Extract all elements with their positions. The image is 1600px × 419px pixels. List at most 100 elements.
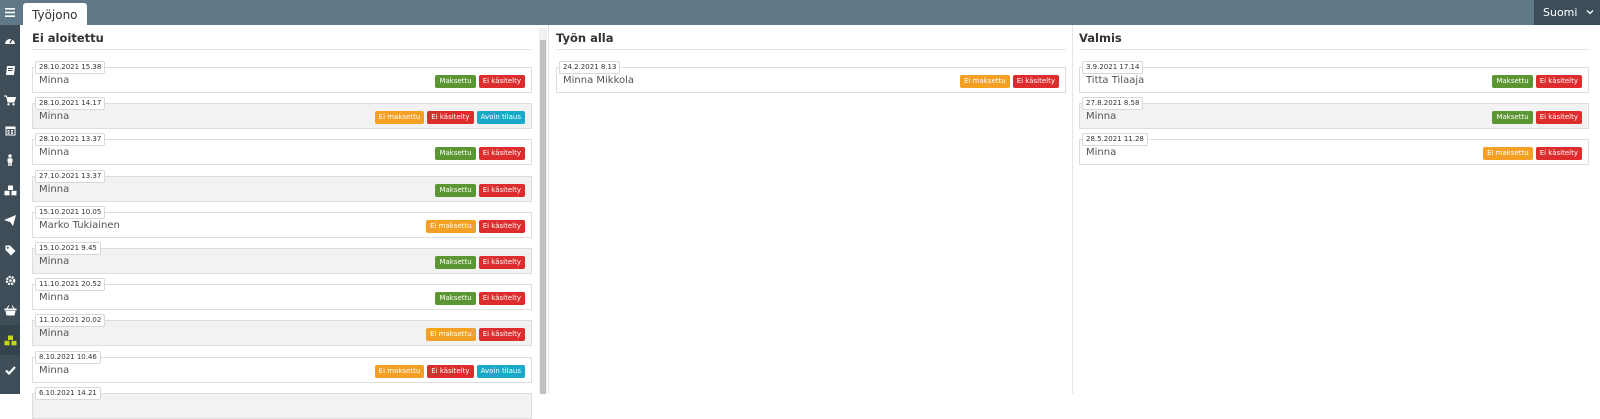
column-title: Valmis	[1079, 31, 1122, 45]
order-date: 24.2.2021 8.13	[559, 61, 621, 74]
basket-icon	[4, 304, 16, 315]
order-date: 28.10.2021 15.38	[35, 61, 106, 74]
order-card[interactable]: 6.10.2021 14.21	[32, 387, 532, 419]
status-badges: Ei maksettu Ei käsitelty	[960, 75, 1059, 88]
status-badges: Maksettu Ei käsitelty	[435, 75, 525, 88]
dashboard-icon	[5, 38, 15, 44]
sidebar-item-calendar[interactable]	[0, 115, 20, 145]
column-divider	[1079, 49, 1589, 50]
order-card[interactable]: 28.5.2021 11.28 Minna Ei maksettu Ei käsite…	[1079, 133, 1589, 165]
gear-icon	[5, 275, 15, 285]
status-badge: Ei käsitelty	[478, 220, 525, 233]
status-badge: Ei käsitelty	[1012, 75, 1059, 88]
order-date: 15.10.2021 10.05	[35, 206, 106, 219]
status-badges: Ei maksettu Ei käsitelty	[426, 328, 525, 341]
status-badge: Maksettu	[1492, 75, 1533, 88]
status-badge: Ei käsitelty	[478, 184, 525, 197]
status-badge: Ei maksettu	[960, 75, 1010, 88]
status-badge: Ei käsitelty	[478, 292, 525, 305]
status-badge: Ei käsitelty	[478, 256, 525, 269]
customer-name: Titta Tilaaja	[1086, 75, 1145, 86]
person-icon	[7, 154, 13, 166]
order-card[interactable]: 15.10.2021 10.05 Marko Tukiainen Ei makset…	[32, 206, 532, 238]
status-badge: Ei käsitelty	[1535, 111, 1582, 124]
customer-name: Minna	[39, 328, 70, 339]
customer-name: Minna	[39, 111, 70, 122]
order-card[interactable]: 24.2.2021 8.13 Minna Mikkola Ei maksettu Ei…	[556, 61, 1066, 93]
order-date: 28.10.2021 13.37	[35, 133, 106, 146]
tag-icon	[5, 245, 15, 255]
customer-name: Minna	[39, 184, 70, 195]
status-badges: Ei maksettu Ei käsitelty	[1483, 147, 1582, 160]
column-ei-aloitettu: Ei aloitettu 28.10.2021 15.38 Minna Makset…	[32, 25, 532, 419]
sidebar-item-messages[interactable]	[0, 205, 20, 235]
customer-name: Minna	[39, 256, 70, 267]
order-card[interactable]: 11.10.2021 20.02 Minna Ei maksettu Ei käsit…	[32, 314, 532, 346]
status-badge: Maksettu	[435, 292, 476, 305]
customer-name: Minna	[39, 147, 70, 158]
status-badge: Ei maksettu	[426, 328, 476, 341]
language-label: Suomi	[1543, 6, 1578, 19]
order-card[interactable]: 27.8.2021 8.58 Minna Maksettu Ei käsitelty	[1079, 97, 1589, 129]
order-date: 8.10.2021 10.46	[35, 351, 101, 364]
column-valmis: Valmis 3.9.2021 17.14 Titta Tilaaja Makset…	[1079, 25, 1589, 394]
customer-name: Minna	[39, 75, 70, 86]
sidebar-item-products[interactable]	[0, 175, 20, 205]
status-badge: Maksettu	[435, 184, 476, 197]
customer-name: Marko Tukiainen	[39, 220, 120, 231]
check-icon	[4, 365, 16, 375]
sidebar-item-settings[interactable]	[0, 265, 20, 295]
status-badge: Ei käsitelty	[478, 328, 525, 341]
menu-icon[interactable]	[0, 0, 20, 25]
status-badges: Maksettu Ei käsitelty	[1492, 75, 1582, 88]
status-badge: Ei maksettu	[1483, 147, 1533, 160]
sidebar-item-tyojono[interactable]	[0, 325, 20, 355]
column-separator	[1072, 25, 1073, 394]
paper-plane-icon	[4, 214, 16, 226]
language-selector[interactable]: Suomi	[1534, 0, 1600, 25]
column-title: Työn alla	[556, 31, 614, 45]
tab-tyojono[interactable]: Työjono	[23, 3, 87, 25]
order-card[interactable]: 11.10.2021 20.52 Minna Maksettu Ei käsitelt…	[32, 278, 532, 310]
scrollbar-thumb[interactable]	[540, 40, 546, 394]
status-badge: Maksettu	[1492, 111, 1533, 124]
cart-icon	[4, 95, 16, 105]
status-badge: Ei käsitelty	[1535, 147, 1582, 160]
customer-name: Minna Mikkola	[563, 75, 635, 86]
sidebar	[0, 25, 20, 394]
sidebar-item-shop[interactable]	[0, 295, 20, 325]
sidebar-item-done[interactable]	[0, 355, 20, 385]
customer-name: Minna	[39, 292, 70, 303]
status-badge: Maksettu	[435, 147, 476, 160]
order-card[interactable]: 27.10.2021 13.37 Minna Maksettu Ei käsitelt…	[32, 170, 532, 202]
order-card[interactable]: 28.10.2021 15.38 Minna Maksettu Ei käsitelt…	[32, 61, 532, 93]
status-badge: Ei maksettu	[374, 365, 425, 378]
status-badges: Maksettu Ei käsitelty	[435, 184, 525, 197]
customer-name: Minna	[1086, 111, 1117, 122]
scrollbar[interactable]	[539, 28, 547, 394]
order-date: 27.10.2021 13.37	[35, 170, 106, 183]
sidebar-item-cart[interactable]	[0, 85, 20, 115]
customer-name: Minna	[1086, 147, 1117, 158]
order-date: 11.10.2021 20.02	[35, 314, 106, 327]
book-icon	[5, 65, 15, 75]
order-card[interactable]: 8.10.2021 10.46 Minna Ei maksettu Ei käsite…	[32, 351, 532, 383]
status-badge: Ei käsitelty	[478, 75, 525, 88]
calendar-icon	[5, 126, 15, 135]
order-date: 11.10.2021 20.52	[35, 278, 106, 291]
order-card[interactable]: 28.10.2021 13.37 Minna Maksettu Ei käsitelt…	[32, 133, 532, 165]
column-tyon-alla: Työn alla 24.2.2021 8.13 Minna Mikkola Ei …	[556, 25, 1066, 394]
order-card[interactable]: 3.9.2021 17.14 Titta Tilaaja Maksettu Ei kä…	[1079, 61, 1589, 93]
order-card[interactable]: 15.10.2021 9.45 Minna Maksettu Ei käsitelty	[32, 242, 532, 274]
order-card[interactable]: 28.10.2021 14.17 Minna Ei maksettu Ei käsit…	[32, 97, 532, 129]
status-badge: Ei maksettu	[374, 111, 425, 124]
status-badge: Ei käsitelty	[427, 111, 474, 124]
sidebar-item-dashboard[interactable]	[0, 25, 20, 55]
order-date: 15.10.2021 9.45	[35, 242, 101, 255]
status-badges: Ei maksettu Ei käsitelty Avoin tilaus	[374, 111, 525, 124]
sidebar-item-tags[interactable]	[0, 235, 20, 265]
column-title: Ei aloitettu	[32, 31, 104, 45]
status-badge: Ei käsitelty	[427, 365, 474, 378]
sidebar-item-person[interactable]	[0, 145, 20, 175]
sidebar-item-book[interactable]	[0, 55, 20, 85]
